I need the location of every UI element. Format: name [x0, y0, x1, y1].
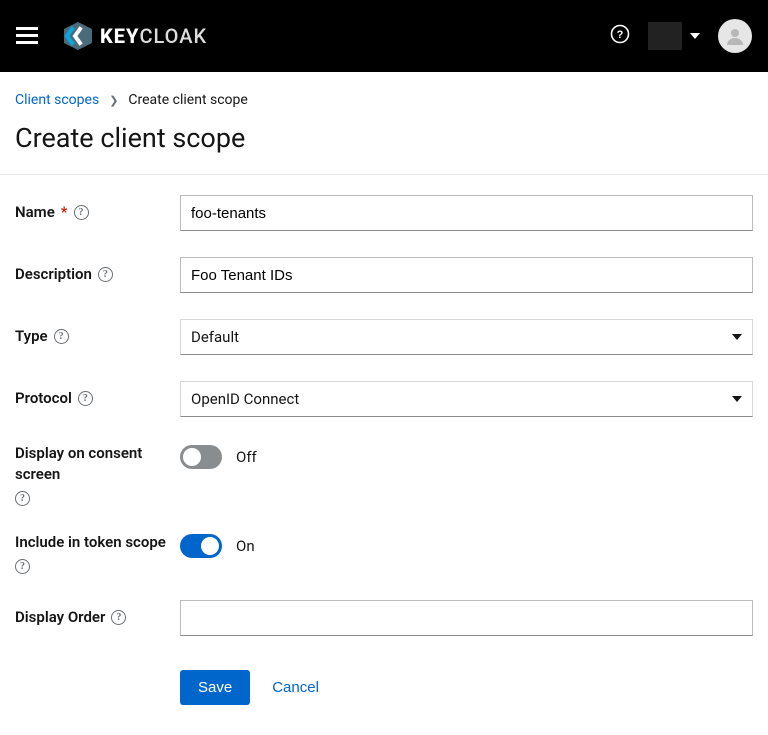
chevron-down-icon: [732, 396, 742, 402]
row-name: Name * ?: [15, 195, 753, 231]
row-include-token: Include in token scope ? On: [15, 532, 753, 574]
row-type: Type ? Default: [15, 319, 753, 355]
row-description: Description ?: [15, 257, 753, 293]
help-icon[interactable]: ?: [610, 24, 630, 48]
help-icon[interactable]: ?: [74, 205, 89, 220]
chevron-right-icon: ❯: [109, 94, 118, 107]
display-consent-label: Display on consent screen ?: [15, 443, 180, 506]
display-order-label-text: Display Order: [15, 607, 105, 628]
create-client-scope-form: Name * ? Description ? Type ? Default: [0, 175, 768, 735]
required-asterisk: *: [61, 202, 68, 223]
include-token-label: Include in token scope ?: [15, 532, 180, 574]
help-icon[interactable]: ?: [98, 267, 113, 282]
user-avatar[interactable]: [718, 19, 752, 53]
type-select[interactable]: Default: [180, 319, 753, 355]
header-left: Keycloak: [16, 22, 207, 50]
include-token-state: On: [236, 537, 255, 555]
display-consent-state: Off: [236, 448, 257, 466]
breadcrumb-parent-link[interactable]: Client scopes: [15, 92, 99, 108]
include-token-toggle[interactable]: [180, 534, 222, 558]
display-consent-toggle[interactable]: [180, 445, 222, 469]
include-token-label-text: Include in token scope: [15, 532, 166, 553]
display-order-label: Display Order ?: [15, 600, 180, 628]
description-input[interactable]: [180, 257, 753, 293]
keycloak-logo[interactable]: Keycloak: [62, 22, 207, 50]
help-icon[interactable]: ?: [54, 329, 69, 344]
page-title: Create client scope: [0, 108, 768, 175]
help-icon[interactable]: ?: [15, 559, 30, 574]
name-label: Name * ?: [15, 195, 180, 223]
save-button[interactable]: Save: [180, 670, 250, 705]
cancel-button[interactable]: Cancel: [272, 670, 319, 705]
type-select-value: Default: [191, 328, 239, 346]
description-label-text: Description: [15, 264, 92, 285]
protocol-label: Protocol ?: [15, 381, 180, 409]
realm-selector[interactable]: [648, 22, 700, 50]
keycloak-logo-mark-icon: [62, 22, 94, 50]
realm-swatch: [648, 22, 682, 50]
logo-text-light: cloak: [139, 24, 207, 48]
display-order-input[interactable]: [180, 600, 753, 636]
header-right: ?: [610, 19, 752, 53]
name-label-text: Name: [15, 202, 55, 223]
protocol-select-value: OpenID Connect: [191, 390, 299, 408]
protocol-label-text: Protocol: [15, 388, 72, 409]
top-header: Keycloak ?: [0, 0, 768, 72]
description-label: Description ?: [15, 257, 180, 285]
svg-text:?: ?: [617, 29, 624, 41]
breadcrumb-current: Create client scope: [128, 92, 247, 108]
protocol-select[interactable]: OpenID Connect: [180, 381, 753, 417]
row-display-order: Display Order ?: [15, 600, 753, 636]
type-label: Type ?: [15, 319, 180, 347]
form-actions: Save Cancel: [15, 670, 753, 705]
display-consent-label-text: Display on consent screen: [15, 443, 180, 485]
chevron-down-icon: [732, 334, 742, 340]
keycloak-logo-text: Keycloak: [100, 24, 207, 48]
chevron-down-icon: [690, 33, 700, 39]
logo-text-bold: Key: [100, 24, 139, 48]
type-label-text: Type: [15, 326, 48, 347]
name-input[interactable]: [180, 195, 753, 231]
help-icon[interactable]: ?: [15, 491, 30, 506]
help-icon[interactable]: ?: [111, 610, 126, 625]
breadcrumb: Client scopes ❯ Create client scope: [0, 72, 768, 108]
row-protocol: Protocol ? OpenID Connect: [15, 381, 753, 417]
help-icon[interactable]: ?: [78, 391, 93, 406]
row-display-consent: Display on consent screen ? Off: [15, 443, 753, 506]
hamburger-menu-icon[interactable]: [16, 27, 38, 45]
